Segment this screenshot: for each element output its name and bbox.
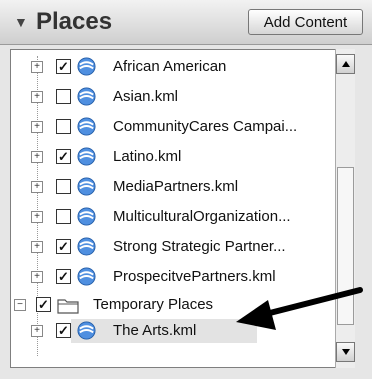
tree-item-label: The Arts.kml xyxy=(113,322,197,339)
tree-item-label: Temporary Places xyxy=(93,296,214,313)
collapse-triangle-icon[interactable]: ▼ xyxy=(14,14,28,30)
collapse-minus-icon[interactable]: − xyxy=(14,299,26,311)
globe-icon xyxy=(77,237,96,256)
tree-item[interactable]: + ✓ ProspecitvePartners.kml xyxy=(11,265,336,289)
tree-item[interactable]: + ✓ Latino.kml xyxy=(11,145,336,169)
expand-plus-icon[interactable]: + xyxy=(31,325,43,337)
tree-item[interactable]: + ✓ Strong Strategic Partner... xyxy=(11,235,336,259)
places-header: ▼ Places Add Content xyxy=(0,0,372,45)
tree-item-label: MulticulturalOrganization... xyxy=(113,208,291,225)
visibility-checkbox[interactable]: ✓ xyxy=(36,297,51,312)
expand-plus-icon[interactable]: + xyxy=(31,211,43,223)
tree-item-label: MediaPartners.kml xyxy=(113,178,239,195)
globe-icon xyxy=(77,57,96,76)
expand-plus-icon[interactable]: + xyxy=(31,91,43,103)
scroll-thumb[interactable] xyxy=(337,167,354,325)
add-content-button[interactable]: Add Content xyxy=(248,9,363,35)
expand-plus-icon[interactable]: + xyxy=(31,61,43,73)
visibility-checkbox[interactable]: ✓ xyxy=(56,269,71,284)
visibility-checkbox[interactable] xyxy=(56,209,71,224)
places-tree: + ✓ African American + Asian.kml + Commu… xyxy=(10,49,355,368)
globe-icon xyxy=(77,177,96,196)
visibility-checkbox[interactable]: ✓ xyxy=(56,323,71,338)
tree-item[interactable]: + Asian.kml xyxy=(11,85,336,109)
globe-icon xyxy=(77,321,96,340)
vertical-scrollbar[interactable] xyxy=(335,49,355,368)
tree-item-label: ProspecitvePartners.kml xyxy=(113,268,276,285)
panel-title: Places xyxy=(36,8,113,35)
arrow-down-icon xyxy=(342,349,350,355)
tree-item[interactable]: + MediaPartners.kml xyxy=(11,175,336,199)
scroll-up-button[interactable] xyxy=(336,54,355,74)
tree-item-label: Latino.kml xyxy=(113,148,182,165)
visibility-checkbox[interactable] xyxy=(56,119,71,134)
arrow-up-icon xyxy=(342,61,350,67)
tree-item-label: Strong Strategic Partner... xyxy=(113,238,286,255)
visibility-checkbox[interactable]: ✓ xyxy=(56,59,71,74)
globe-icon xyxy=(77,147,96,166)
globe-icon xyxy=(77,87,96,106)
expand-plus-icon[interactable]: + xyxy=(31,121,43,133)
panel-bottom-bar xyxy=(0,368,372,379)
tree-item-label: Asian.kml xyxy=(113,88,179,105)
tree-item[interactable]: + ✓ African American xyxy=(11,55,336,79)
tree-item[interactable]: + MulticulturalOrganization... xyxy=(11,205,336,229)
tree-item-selected[interactable]: + ✓ The Arts.kml xyxy=(11,319,336,343)
folder-icon xyxy=(57,299,79,314)
scroll-down-button[interactable] xyxy=(336,342,355,362)
tree-item-label: African American xyxy=(113,58,227,75)
expand-plus-icon[interactable]: + xyxy=(31,271,43,283)
globe-icon xyxy=(77,267,96,286)
visibility-checkbox[interactable] xyxy=(56,89,71,104)
globe-icon xyxy=(77,207,96,226)
globe-icon xyxy=(77,117,96,136)
places-panel: ▼ Places Add Content + ✓ African America… xyxy=(0,0,372,379)
visibility-checkbox[interactable]: ✓ xyxy=(56,149,71,164)
tree-item[interactable]: + CommunityCares Campai... xyxy=(11,115,336,139)
tree-folder-item[interactable]: − ✓ Temporary Places xyxy=(11,293,336,317)
visibility-checkbox[interactable]: ✓ xyxy=(56,239,71,254)
tree-item-label: CommunityCares Campai... xyxy=(113,118,298,135)
visibility-checkbox[interactable] xyxy=(56,179,71,194)
expand-plus-icon[interactable]: + xyxy=(31,151,43,163)
expand-plus-icon[interactable]: + xyxy=(31,181,43,193)
expand-plus-icon[interactable]: + xyxy=(31,241,43,253)
